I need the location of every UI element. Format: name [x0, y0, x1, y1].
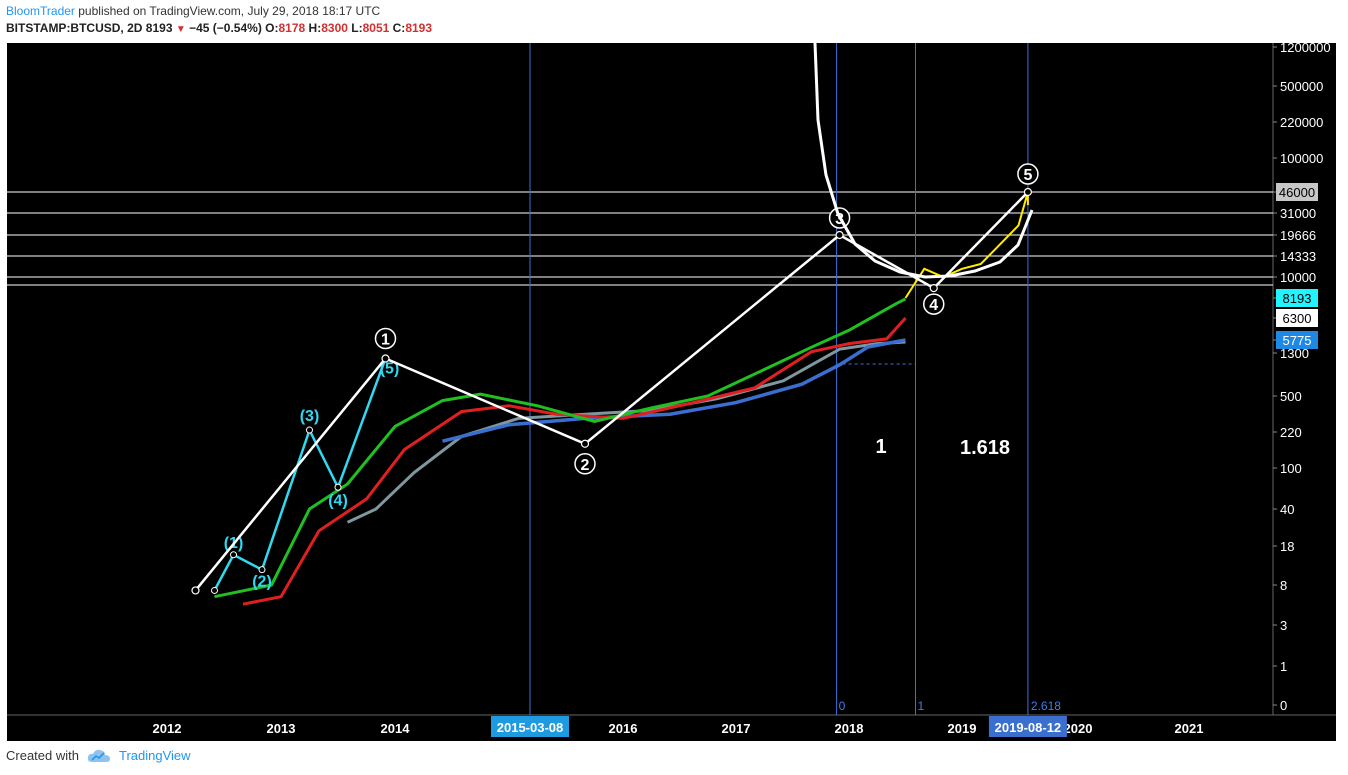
year-tick-label: 2021 — [1175, 721, 1204, 736]
price-tick-label: 31000 — [1280, 206, 1316, 221]
primary-wave-label: 2 — [581, 457, 590, 474]
fib-time-label: 0 — [839, 699, 846, 713]
sub-wave-label: (4) — [328, 492, 348, 509]
primary-wave-point — [835, 230, 844, 240]
year-tick-label: 2018 — [835, 721, 864, 736]
sub-wave-point — [258, 566, 266, 574]
fib-ratio-label: 1.618 — [960, 437, 1010, 459]
price-tick-label: 10000 — [1280, 270, 1316, 285]
price-tick-label: 220 — [1280, 425, 1302, 440]
price-tick-label: 100 — [1280, 461, 1302, 476]
year-tick-label: 2019 — [948, 721, 977, 736]
created-with-text: Created with — [6, 748, 79, 763]
primary-wave-label: 4 — [929, 297, 938, 314]
price-tick-label: 0 — [1280, 698, 1287, 713]
price-tick-label: 19666 — [1280, 228, 1316, 243]
price-tick-label: 8 — [1280, 578, 1287, 593]
price-tick-label: 1200000 — [1280, 40, 1331, 55]
price-tick-label: 6300 — [1283, 311, 1312, 326]
sub-wave-label: (2) — [252, 574, 272, 591]
price-tick-label: 100000 — [1280, 151, 1323, 166]
sub-wave-label: (3) — [300, 408, 320, 425]
price-tick-label: 1300 — [1280, 346, 1309, 361]
primary-wave-label: 1 — [381, 332, 390, 349]
footer: Created with TradingView — [6, 748, 191, 763]
year-tick-label: 2014 — [381, 721, 411, 736]
price-tick-label: 46000 — [1279, 185, 1315, 200]
price-tick-label: 3 — [1280, 618, 1287, 633]
sub-wave-point — [334, 483, 342, 491]
price-tick-label: 500000 — [1280, 79, 1323, 94]
price-tick-label: 18 — [1280, 539, 1294, 554]
fib-time-label: 1 — [918, 699, 925, 713]
primary-wave-point — [580, 439, 590, 448]
primary-wave-point — [929, 284, 938, 293]
primary-wave-point — [191, 586, 200, 595]
price-tick-label: 220000 — [1280, 115, 1323, 130]
year-tick-label: 2013 — [267, 721, 296, 736]
chart-background — [7, 43, 1336, 741]
sub-wave-point — [211, 586, 218, 594]
primary-wave-label: 5 — [1023, 167, 1032, 184]
year-tick-label: 2020 — [1064, 721, 1093, 736]
price-tick-label: 14333 — [1280, 249, 1316, 264]
sub-wave-point — [230, 551, 237, 559]
tradingview-brand-link[interactable]: TradingView — [119, 748, 191, 763]
primary-wave-point — [1023, 187, 1033, 197]
price-tick-label: 8193 — [1283, 291, 1312, 306]
tradingview-cloud-icon — [87, 749, 110, 762]
year-tick-label: 2016 — [609, 721, 638, 736]
year-tick-label: 2017 — [722, 721, 751, 736]
fib-time-label: 2.618 — [1031, 699, 1061, 713]
price-tick-label: 500 — [1280, 389, 1302, 404]
primary-wave-point — [381, 354, 390, 363]
price-tick-label: 1 — [1280, 659, 1287, 674]
year-tick-label: 2012 — [153, 721, 182, 736]
date-marker-label: 2019-08-12 — [995, 720, 1062, 735]
price-tick-label: 40 — [1280, 502, 1294, 517]
fib-ratio-label: 1 — [875, 436, 886, 458]
date-marker-label: 2015-03-08 — [497, 720, 564, 735]
price-chart[interactable]: (1)(2)(3)(4)(5) 12345 0 1 2.6181 1.618 1200… — [0, 0, 1348, 775]
sub-wave-point — [306, 426, 313, 434]
